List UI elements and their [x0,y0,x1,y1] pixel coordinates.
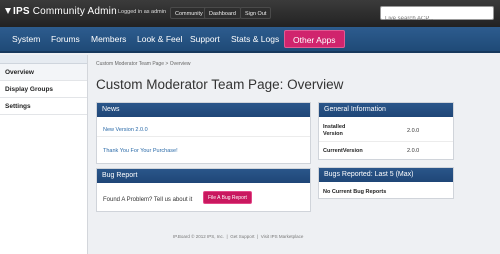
info-value: 2.0.0 [407,128,420,134]
footer: IP.Board © 2012 IPS, Inc. | Get Support … [173,234,303,239]
bugs-reported-title: Bugs Reported: Last 5 (Max) [319,168,453,182]
footer-link-get-support[interactable]: Get Support [230,234,254,239]
ips-logo-icon [5,8,11,14]
file-bug-report-button[interactable]: File A Bug Report [203,191,252,204]
info-row-current-version: CurrentVersion 2.0.0 [319,141,453,159]
info-label: CurrentVersion [323,148,363,154]
nav-forums[interactable]: Forums [51,34,80,44]
footer-copyright: IP.Board © 2012 IPS, Inc. [173,234,225,239]
info-row-installed-version: Installed Version 2.0.0 [319,119,453,141]
general-info-title: General Information [319,103,453,117]
sidebar-header [0,55,87,64]
logged-in-text: Logged in as admin [118,9,167,15]
news-item-link[interactable]: Thank You For Your Purchase! [103,148,178,154]
dashboard-button[interactable]: Dashboard [204,7,241,19]
info-value: 2.0.0 [407,148,420,154]
nav-support[interactable]: Support [190,34,220,44]
bug-report-panel-title: Bug Report [97,169,310,183]
sign-out-button[interactable]: Sign Out [240,7,272,19]
info-label: Installed Version [323,124,346,137]
main-nav: System Forums Members Look & Feel Suppor… [0,27,500,53]
nav-members[interactable]: Members [91,34,126,44]
bug-report-prompt: Found A Problem? Tell us about it [103,197,193,203]
news-item-link[interactable]: New Version 2.0.0 [103,127,148,133]
live-search[interactable] [380,6,494,25]
top-bar: IPS Community Admin Logged in as admin C… [0,0,500,27]
nav-system[interactable]: System [12,34,40,44]
sidebar-item-overview[interactable]: Overview [0,64,87,81]
bug-report-panel: Bug Report Found A Problem? Tell us abou… [96,168,311,212]
news-divider [97,136,310,137]
news-panel-title: News [97,103,310,117]
general-info-panel: General Information Installed Version 2.… [318,102,454,160]
app-logo[interactable]: IPS Community Admin [4,6,117,17]
sidebar: Overview Display Groups Settings [0,55,88,254]
nav-stats-and-logs[interactable]: Stats & Logs [231,34,279,44]
footer-separator: | [257,234,259,239]
footer-link-marketplace[interactable]: Visit IPS Marketplace [261,234,304,239]
bugs-empty-text: No Current Bug Reports [323,189,387,195]
app-title: Community Admin [29,6,117,17]
sidebar-item-settings[interactable]: Settings [0,98,87,115]
app-title-ips: IPS [13,6,30,17]
community-button[interactable]: Community [170,7,208,19]
bugs-reported-panel: Bugs Reported: Last 5 (Max) No Current B… [318,167,454,199]
sidebar-item-display-groups[interactable]: Display Groups [0,81,87,98]
breadcrumb[interactable]: Custom Moderator Team Page > Overview [96,61,191,67]
nav-other-apps[interactable]: Other Apps [284,30,345,48]
page-title: Custom Moderator Team Page: Overview [96,77,344,92]
news-panel: News New Version 2.0.0 Thank You For You… [96,102,311,164]
footer-separator: | [226,234,228,239]
search-input[interactable] [381,13,493,25]
nav-look-and-feel[interactable]: Look & Feel [137,34,182,44]
